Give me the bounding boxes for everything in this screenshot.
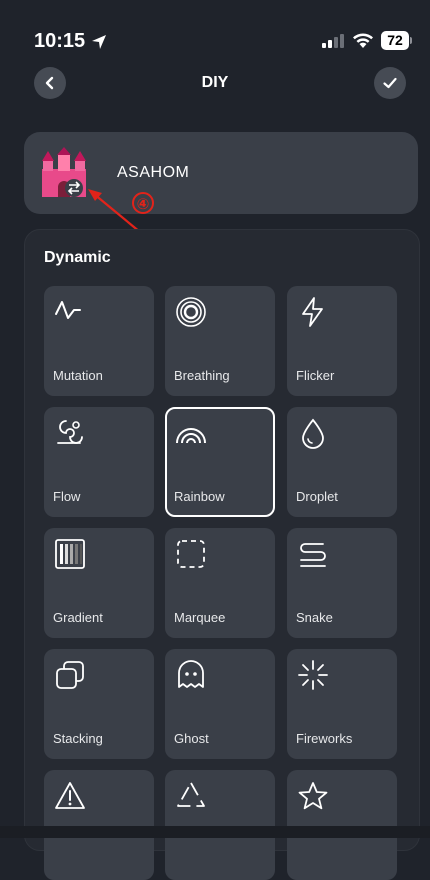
effect-label: Breathing [174,368,230,383]
effect-tile-warning[interactable] [44,770,154,880]
effect-label: Mutation [53,368,103,383]
dashed-square-icon [177,540,205,568]
effect-tile-cycle[interactable] [165,770,275,880]
concentric-circles-icon [176,297,206,327]
effect-tile-marquee[interactable]: Marquee [165,528,275,638]
confirm-button[interactable] [374,67,406,99]
effect-label: Rainbow [174,489,225,504]
status-bar: 10:15 72 [0,0,430,56]
battery-icon: 72 [381,31,412,50]
section-title: Dynamic [44,249,111,266]
effect-tile-flow[interactable]: Flow [44,407,154,517]
status-time: 10:15 [34,30,107,53]
star-icon [298,782,328,810]
bottom-edge [0,826,430,838]
flow-swirl-icon [57,420,83,444]
location-arrow-icon [92,34,107,49]
triangle-arrows-icon [177,782,205,807]
effect-label: Marquee [174,610,226,625]
effect-label: Stacking [53,731,103,746]
pulse-icon [55,301,81,319]
battery-level: 72 [381,31,409,50]
lightning-icon [302,297,323,327]
effect-tile-flicker[interactable]: Flicker [287,286,397,396]
page-title: DIY [201,74,229,91]
snake-icon [300,543,326,567]
effect-label: Flow [53,489,81,504]
effect-label: Ghost [174,731,209,746]
effect-tile-ghost[interactable]: Ghost [165,649,275,759]
ghost-icon [178,660,204,688]
effect-label: Gradient [53,610,103,625]
fireworks-icon [298,660,328,690]
gradient-bars-icon [55,539,85,569]
checkmark-icon [383,77,397,89]
rainbow-icon [176,428,206,444]
droplet-icon [302,418,324,449]
wifi-icon [353,33,373,48]
effect-label: Snake [296,610,333,625]
effect-label: Fireworks [296,731,353,746]
annotation-number-badge: ④ [132,192,154,214]
effect-tile-breathing[interactable]: Breathing [165,286,275,396]
effect-tile-droplet[interactable]: Droplet [287,407,397,517]
effect-label: Droplet [296,489,338,504]
signal-icon [322,34,344,48]
stacked-squares-icon [56,661,84,689]
warning-triangle-icon [55,782,85,809]
effect-tile-stacking[interactable]: Stacking [44,649,154,759]
effect-tile-snake[interactable]: Snake [287,528,397,638]
nav-header: DIY [0,66,430,100]
effect-tile-fireworks[interactable]: Fireworks [287,649,397,759]
effect-tile-star[interactable] [287,770,397,880]
effect-tile-mutation[interactable]: Mutation [44,286,154,396]
status-time-text: 10:15 [34,30,86,52]
dynamic-effects-panel: Dynamic Mutation Breathing Flicker Flow … [24,229,420,880]
effect-label: Flicker [296,368,335,383]
effect-tile-rainbow[interactable]: Rainbow [165,407,275,517]
effect-tile-gradient[interactable]: Gradient [44,528,154,638]
